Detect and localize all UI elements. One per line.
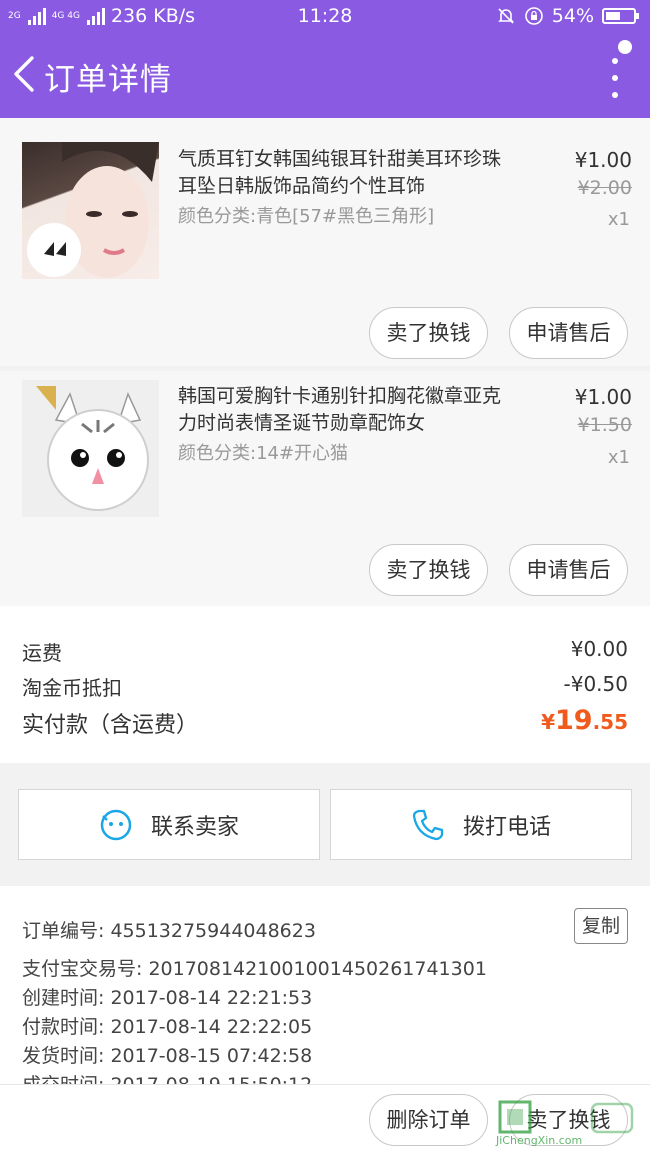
call-phone-label: 拨打电话 xyxy=(462,814,551,840)
more-menu-icon[interactable] xyxy=(610,58,620,98)
product-image-brooch[interactable] xyxy=(22,380,159,517)
product-original-price: ¥1.50 xyxy=(577,414,632,436)
order-number: 订单编号: 45513275944048623 xyxy=(22,920,316,942)
back-arrow-icon[interactable] xyxy=(8,52,40,96)
product-name[interactable]: 韩国可爱胸针卡通别针扣胸花徽章亚克力时尚表情圣诞节勋章配饰女 xyxy=(178,383,518,437)
order-item: 气质耳钉女韩国纯银耳针甜美耳环珍珠耳坠日韩版饰品简约个性耳饰 颜色分类:青色[5… xyxy=(0,118,650,366)
product-spec: 颜色分类:14#开心猫 xyxy=(178,443,349,464)
notification-dot xyxy=(618,40,632,54)
mute-bell-icon xyxy=(497,8,514,24)
total-value: ¥19.55 xyxy=(541,705,628,736)
total-decimal: .55 xyxy=(592,710,628,734)
product-price: ¥1.00 xyxy=(574,385,632,409)
product-image-earrings[interactable] xyxy=(22,142,159,279)
after-sale-button[interactable]: 申请售后 xyxy=(509,544,628,596)
copy-button[interactable]: 复制 xyxy=(574,908,628,944)
sell-button[interactable]: 卖了换钱 xyxy=(369,307,488,359)
phone-icon xyxy=(412,809,444,840)
after-sale-button[interactable]: 申请售后 xyxy=(509,307,628,359)
product-spec: 颜色分类:青色[57#黑色三角形] xyxy=(178,206,435,227)
contact-seller-button[interactable]: 联系卖家 xyxy=(18,789,320,860)
created-time: 创建时间: 2017-08-14 22:21:53 xyxy=(22,987,313,1009)
delete-order-button[interactable]: 删除订单 xyxy=(369,1094,488,1146)
status-bar: 2G 4G 4G 236 KB/s 11:28 54% xyxy=(0,0,650,34)
cat-brooch-illustration xyxy=(22,380,159,517)
completed-time: 成交时间: 2017-08-19 15:50:12 xyxy=(22,1070,312,1084)
product-name[interactable]: 气质耳钉女韩国纯银耳针甜美耳环珍珠耳坠日韩版饰品简约个性耳饰 xyxy=(178,146,518,200)
shipped-time: 发货时间: 2017-08-15 07:42:58 xyxy=(22,1045,313,1067)
rotation-lock-icon xyxy=(524,7,543,25)
total-currency: ¥ xyxy=(541,710,555,734)
total-integer: 19 xyxy=(554,705,593,736)
coin-deduction-row: 淘金币抵扣 -¥0.50 xyxy=(22,672,628,701)
shipping-label: 运费 xyxy=(22,641,62,665)
coin-deduction-value: -¥0.50 xyxy=(563,672,628,696)
contact-seller-label: 联系卖家 xyxy=(150,814,239,840)
chat-bubble-icon xyxy=(100,809,132,840)
page-title: 订单详情 xyxy=(44,62,172,98)
order-info: 订单编号: 45513275944048623 复制 支付宝交易号: 20170… xyxy=(0,886,650,1084)
paid-time: 付款时间: 2017-08-14 22:22:05 xyxy=(22,1016,313,1038)
payment-summary: 运费 ¥0.00 淘金币抵扣 -¥0.50 实付款（含运费） ¥19.55 xyxy=(0,606,650,763)
status-right: 54% xyxy=(496,5,639,27)
battery-icon xyxy=(602,8,639,24)
coin-deduction-label: 淘金币抵扣 xyxy=(22,676,122,700)
shipping-value: ¥0.00 xyxy=(570,637,628,661)
product-original-price: ¥2.00 xyxy=(577,177,632,199)
sell-button[interactable]: 卖了换钱 xyxy=(369,544,488,596)
watermark-text: JiChengXin.com xyxy=(496,1134,583,1147)
shipping-row: 运费 ¥0.00 xyxy=(22,637,628,666)
battery-percent: 54% xyxy=(551,5,594,27)
header-bar: 订单详情 xyxy=(0,34,650,118)
contact-section: 联系卖家 拨打电话 xyxy=(0,778,650,872)
order-item: 韩国可爱胸针卡通别针扣胸花徽章亚克力时尚表情圣诞节勋章配饰女 颜色分类:14#开… xyxy=(0,371,650,606)
site-watermark: JiChengXin.com xyxy=(492,1098,642,1148)
product-quantity: x1 xyxy=(607,209,630,230)
total-row: 实付款（含运费） ¥19.55 xyxy=(22,705,628,739)
earring-model-illustration xyxy=(27,142,159,278)
call-phone-button[interactable]: 拨打电话 xyxy=(330,789,632,860)
alipay-trade-number: 支付宝交易号: 2017081421001001450261741301 xyxy=(22,958,487,980)
battery-level xyxy=(606,12,620,20)
total-label: 实付款（含运费） xyxy=(22,713,199,738)
product-price: ¥1.00 xyxy=(574,148,632,172)
product-quantity: x1 xyxy=(607,447,630,468)
